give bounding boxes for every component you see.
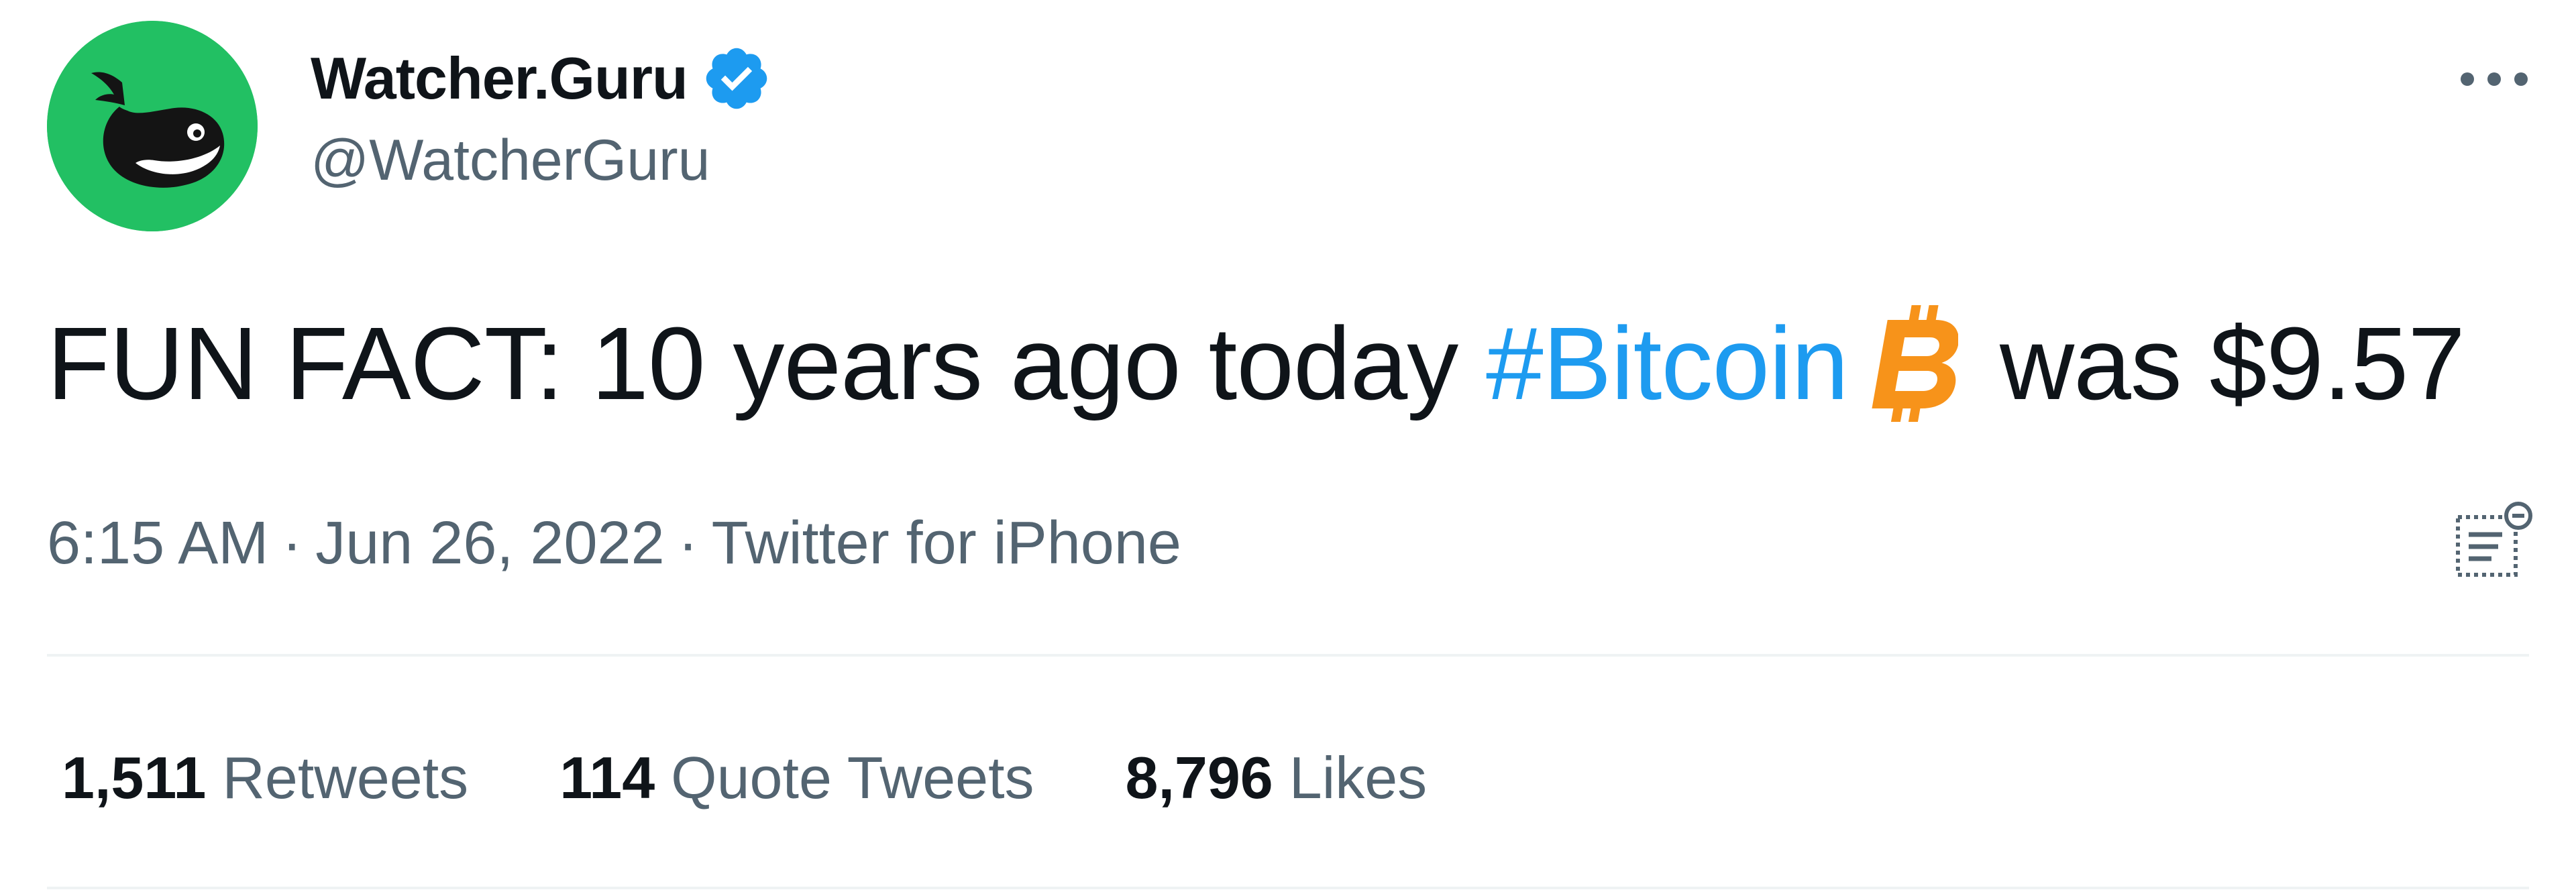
- avatar[interactable]: [47, 21, 258, 231]
- retweets-stat[interactable]: 1,511 Retweets: [62, 748, 468, 807]
- hashtag-link[interactable]: #Bitcoin: [1486, 312, 1849, 415]
- tweet-source[interactable]: Twitter for iPhone: [712, 513, 1181, 573]
- stat-count: 8,796: [1125, 744, 1273, 811]
- stat-count: 1,511: [62, 744, 207, 811]
- analytics-icon[interactable]: [2449, 500, 2536, 587]
- more-dot: [2487, 72, 2501, 86]
- stat-label: Retweets: [222, 744, 469, 811]
- divider: [47, 887, 2529, 889]
- author-display-name[interactable]: Watcher.Guru: [311, 49, 688, 108]
- whale-icon: [47, 21, 258, 231]
- tweet-date[interactable]: Jun 26, 2022: [315, 513, 664, 573]
- tweet-text-before: FUN FACT: 10 years ago today: [47, 306, 1458, 421]
- more-options-button[interactable]: [2461, 59, 2528, 99]
- stat-label: Likes: [1289, 744, 1428, 811]
- tweet-stats: 1,511 Retweets 114 Quote Tweets 8,796 Li…: [62, 744, 1427, 812]
- more-dot: [2514, 72, 2528, 86]
- author-handle[interactable]: @WatcherGuru: [311, 131, 710, 189]
- tweet-card: Watcher.Guru @WatcherGuru FUN FACT: 10 y…: [0, 0, 2576, 892]
- author-name-row: Watcher.Guru: [311, 42, 772, 115]
- bitcoin-icon: [1872, 305, 1958, 422]
- meta-separator: ·: [282, 510, 303, 577]
- stat-label: Quote Tweets: [671, 744, 1034, 811]
- more-dot: [2461, 72, 2474, 86]
- meta-separator: ·: [678, 510, 698, 577]
- tweet-time[interactable]: 6:15 AM: [47, 513, 268, 573]
- likes-stat[interactable]: 8,796 Likes: [1126, 748, 1428, 807]
- tweet-text-after: was $9.57: [1999, 306, 2465, 421]
- stat-count: 114: [559, 744, 655, 811]
- divider: [47, 654, 2529, 657]
- quote-tweets-stat[interactable]: 114 Quote Tweets: [559, 748, 1034, 807]
- tweet-text: FUN FACT: 10 years ago today #Bitcoin wa…: [47, 305, 2465, 422]
- tweet-meta: 6:15 AM · Jun 26, 2022 · Twitter for iPh…: [47, 510, 1181, 577]
- verified-badge-icon: [706, 48, 767, 109]
